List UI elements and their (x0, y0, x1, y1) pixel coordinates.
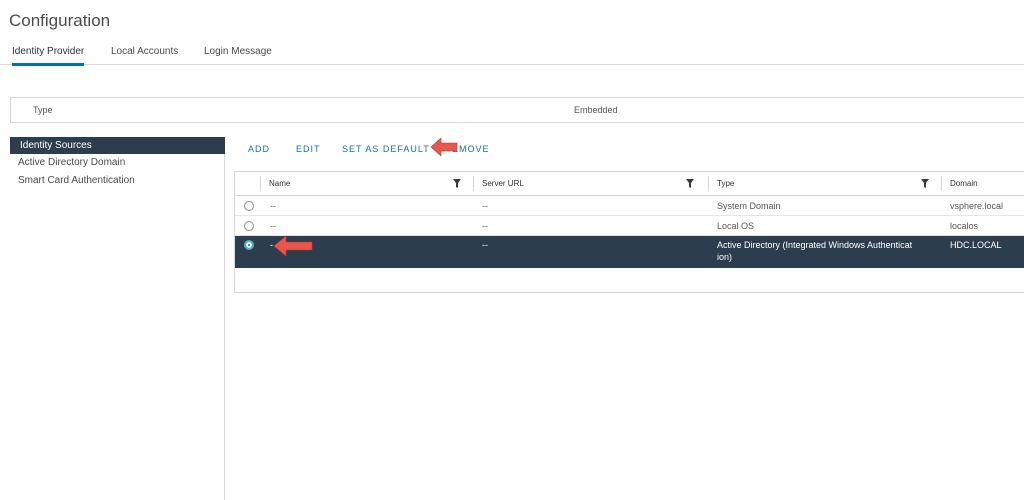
cell-server-url: -- (482, 221, 488, 231)
nav-item-smart-card-authentication[interactable]: Smart Card Authentication (0, 172, 225, 189)
nav-item-active-directory-domain[interactable]: Active Directory Domain (0, 154, 225, 171)
tab-bar: Identity Provider Local Accounts Login M… (0, 42, 1024, 66)
cell-name: -- (270, 221, 276, 231)
page-title: Configuration (9, 11, 111, 30)
filter-icon[interactable] (453, 179, 461, 188)
tab-local-accounts[interactable]: Local Accounts (111, 46, 178, 63)
table-row-selected[interactable]: - -- Active Directory (Integrated Window… (235, 236, 1024, 268)
row-radio-selected[interactable] (244, 240, 254, 250)
filter-icon[interactable] (686, 179, 694, 188)
cell-type: Local OS (717, 221, 755, 231)
column-header-type[interactable]: Type (709, 172, 929, 195)
cell-name: -- (270, 201, 276, 211)
cell-domain: vsphere.local (950, 201, 1004, 211)
row-radio[interactable] (244, 221, 254, 231)
annotation-arrow-icon (430, 137, 458, 157)
grid-header: Name Server URL Type Domain (235, 172, 1024, 196)
table-row[interactable]: -- -- System Domain vsphere.local (235, 196, 1024, 216)
cell-server-url: -- (482, 240, 488, 250)
row-radio[interactable] (244, 201, 254, 211)
edit-button[interactable]: EDIT (296, 144, 321, 154)
add-button[interactable]: ADD (248, 144, 270, 154)
tab-identity-provider[interactable]: Identity Provider (12, 46, 85, 66)
set-as-default-button[interactable]: SET AS DEFAULT (342, 144, 430, 154)
cell-type: System Domain (717, 201, 781, 211)
type-label: Type (33, 105, 53, 115)
column-header-name[interactable]: Name (261, 172, 461, 195)
nav-item-identity-sources[interactable]: Identity Sources (10, 137, 225, 154)
type-value: Embedded (574, 105, 618, 115)
identity-sources-grid: Name Server URL Type Domain -- -- System… (234, 171, 1024, 293)
tab-login-message[interactable]: Login Message (204, 46, 272, 63)
cell-type-line-2: ion) (717, 252, 733, 262)
cell-domain: localos (950, 221, 979, 231)
filter-icon[interactable] (921, 179, 929, 188)
cell-type-line-1: Active Directory (Integrated Windows Aut… (717, 240, 913, 250)
cell-domain: HDC.LOCAL (950, 240, 1002, 250)
column-header-domain[interactable]: Domain (942, 172, 1024, 195)
cell-server-url: -- (482, 201, 488, 211)
table-row[interactable]: -- -- Local OS localos (235, 216, 1024, 236)
left-nav: Identity Sources Active Directory Domain… (0, 137, 225, 500)
column-header-server-url[interactable]: Server URL (474, 172, 694, 195)
annotation-arrow-icon (273, 235, 313, 257)
type-summary-bar: Type Embedded (10, 97, 1024, 123)
